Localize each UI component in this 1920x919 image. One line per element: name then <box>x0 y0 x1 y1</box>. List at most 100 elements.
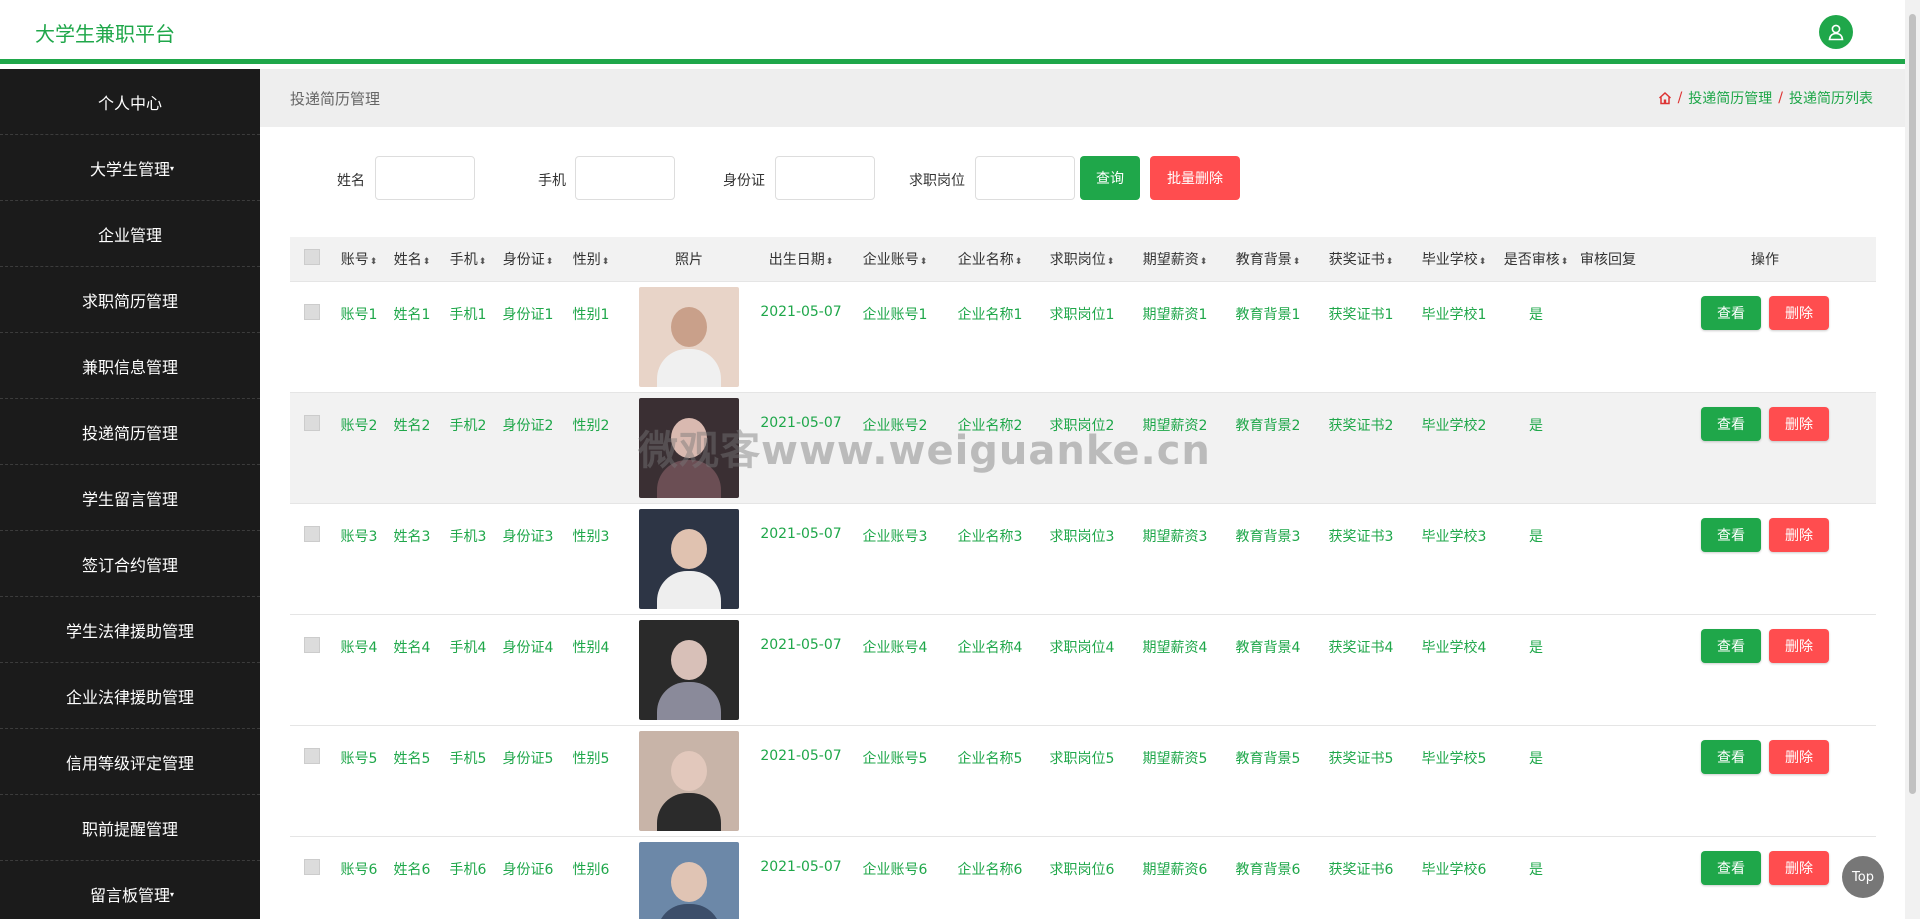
cell-company-name: 企业名称5 <box>944 724 1036 836</box>
sort-icon[interactable]: ⬍ <box>423 257 431 267</box>
column-header-9[interactable]: 企业名称⬍ <box>944 237 1036 281</box>
cell-certificate: 获奖证书3 <box>1314 502 1408 614</box>
sidebar-item-1[interactable]: 个人中心 <box>0 69 260 135</box>
sort-icon[interactable]: ⬍ <box>1015 257 1023 267</box>
column-header-4[interactable]: 身份证⬍ <box>496 237 560 281</box>
sort-icon[interactable]: ⬍ <box>1200 257 1208 267</box>
sidebar-item-label: 留言板管理 <box>89 885 170 905</box>
student-photo <box>639 841 739 919</box>
column-header-3[interactable]: 手机⬍ <box>440 237 496 281</box>
cell-account: 账号2 <box>334 391 384 503</box>
search-input-name[interactable] <box>375 156 475 200</box>
sort-icon[interactable]: ⬍ <box>370 257 378 267</box>
sort-icon[interactable]: ⬍ <box>1561 257 1569 267</box>
row-checkbox[interactable] <box>304 858 320 875</box>
row-select-cell <box>290 502 334 614</box>
delete-button[interactable]: 删除 <box>1769 406 1829 441</box>
select-all-checkbox[interactable] <box>304 248 320 265</box>
sidebar-item-11[interactable]: 信用等级评定管理 <box>0 729 260 795</box>
select-all-cell <box>290 237 334 281</box>
column-header-14[interactable]: 毕业学校⬍ <box>1408 237 1500 281</box>
breadcrumb-link-2[interactable]: 投递简历列表 <box>1789 88 1873 108</box>
cell-gender: 性别2 <box>560 391 622 503</box>
column-header-8[interactable]: 企业账号⬍ <box>846 237 944 281</box>
cell-position: 求职岗位3 <box>1036 502 1128 614</box>
column-header-15[interactable]: 是否审核⬍ <box>1500 237 1572 281</box>
column-header-label: 姓名 <box>393 251 422 268</box>
column-header-11[interactable]: 期望薪资⬍ <box>1128 237 1222 281</box>
column-header-2[interactable]: 姓名⬍ <box>384 237 440 281</box>
query-button[interactable]: 查询 <box>1080 156 1140 200</box>
search-label-name: 姓名 <box>337 173 365 189</box>
sidebar-item-6[interactable]: 投递简历管理 <box>0 399 260 465</box>
row-checkbox[interactable] <box>304 525 320 542</box>
sort-icon[interactable]: ⬍ <box>1107 257 1115 267</box>
column-header-5[interactable]: 性别⬍ <box>560 237 622 281</box>
sort-icon[interactable]: ⬍ <box>1479 257 1487 267</box>
sidebar-item-2[interactable]: 大学生管理 ▾ <box>0 135 260 201</box>
breadcrumb: / 投递简历管理 / 投递简历列表 <box>1658 88 1873 108</box>
sidebar-item-9[interactable]: 学生法律援助管理 <box>0 597 260 663</box>
cell-company-account: 企业账号3 <box>846 502 944 614</box>
column-header-10[interactable]: 求职岗位⬍ <box>1036 237 1128 281</box>
view-button[interactable]: 查看 <box>1701 739 1761 774</box>
column-header-1[interactable]: 账号⬍ <box>334 237 384 281</box>
cell-gender: 性别6 <box>560 835 622 919</box>
view-button[interactable]: 查看 <box>1701 406 1761 441</box>
sidebar-item-5[interactable]: 兼职信息管理 <box>0 333 260 399</box>
sidebar-item-label: 求职简历管理 <box>81 291 178 311</box>
row-checkbox[interactable] <box>304 414 320 431</box>
sidebar-item-7[interactable]: 学生留言管理 <box>0 465 260 531</box>
column-header-label: 企业账号 <box>862 251 919 268</box>
column-header-label: 操作 <box>1751 251 1779 268</box>
batch-delete-button[interactable]: 批量删除 <box>1150 156 1240 200</box>
column-header-13[interactable]: 获奖证书⬍ <box>1314 237 1408 281</box>
table-row: 账号2 姓名2 手机2 身份证2 性别2 2021-05-07 企业账号2 企业名称2 求职岗位… <box>290 391 1876 503</box>
chevron-down-icon: ▾ <box>170 890 175 899</box>
row-checkbox[interactable] <box>304 303 320 320</box>
column-header-label: 照片 <box>675 251 703 268</box>
sort-icon[interactable]: ⬍ <box>479 257 487 267</box>
sidebar-item-8[interactable]: 签订合约管理 <box>0 531 260 597</box>
breadcrumb-link-1[interactable]: 投递简历管理 <box>1688 88 1772 108</box>
delete-button[interactable]: 删除 <box>1769 739 1829 774</box>
sort-icon[interactable]: ⬍ <box>1293 257 1301 267</box>
view-button[interactable]: 查看 <box>1701 295 1761 330</box>
sidebar-item-3[interactable]: 企业管理 <box>0 201 260 267</box>
column-header-7[interactable]: 出生日期⬍ <box>756 237 846 281</box>
search-input-phone[interactable] <box>575 156 675 200</box>
delete-button[interactable]: 删除 <box>1769 850 1829 885</box>
cell-education: 教育背景3 <box>1222 502 1314 614</box>
sidebar-item-10[interactable]: 企业法律援助管理 <box>0 663 260 729</box>
sidebar-item-13[interactable]: 留言板管理 ▾ <box>0 861 260 919</box>
sidebar-item-4[interactable]: 求职简历管理 <box>0 267 260 333</box>
page-scrollbar[interactable] <box>1905 0 1920 919</box>
view-button[interactable]: 查看 <box>1701 850 1761 885</box>
search-input-idcard[interactable] <box>775 156 875 200</box>
sort-icon[interactable]: ⬍ <box>1386 257 1394 267</box>
cell-idcard: 身份证5 <box>496 724 560 836</box>
cell-school: 毕业学校6 <box>1408 835 1500 919</box>
sort-icon[interactable]: ⬍ <box>826 257 834 267</box>
delete-button[interactable]: 删除 <box>1769 295 1829 330</box>
cell-education: 教育背景1 <box>1222 280 1314 392</box>
back-to-top-button[interactable]: Top <box>1842 856 1884 898</box>
cell-idcard: 身份证6 <box>496 835 560 919</box>
sort-icon[interactable]: ⬍ <box>546 257 554 267</box>
user-menu-button[interactable] <box>1819 15 1853 49</box>
search-label-idcard: 身份证 <box>723 173 765 189</box>
sort-icon[interactable]: ⬍ <box>602 257 610 267</box>
row-checkbox[interactable] <box>304 747 320 764</box>
delete-button[interactable]: 删除 <box>1769 628 1829 663</box>
sort-icon[interactable]: ⬍ <box>920 257 928 267</box>
column-header-12[interactable]: 教育背景⬍ <box>1222 237 1314 281</box>
delete-button[interactable]: 删除 <box>1769 517 1829 552</box>
row-checkbox[interactable] <box>304 636 320 653</box>
view-button[interactable]: 查看 <box>1701 628 1761 663</box>
view-button[interactable]: 查看 <box>1701 517 1761 552</box>
home-icon[interactable] <box>1658 91 1672 105</box>
scrollbar-thumb[interactable] <box>1909 14 1916 794</box>
column-header-label: 毕业学校 <box>1421 251 1478 268</box>
sidebar-item-12[interactable]: 职前提醒管理 <box>0 795 260 861</box>
search-input-position[interactable] <box>975 156 1075 200</box>
